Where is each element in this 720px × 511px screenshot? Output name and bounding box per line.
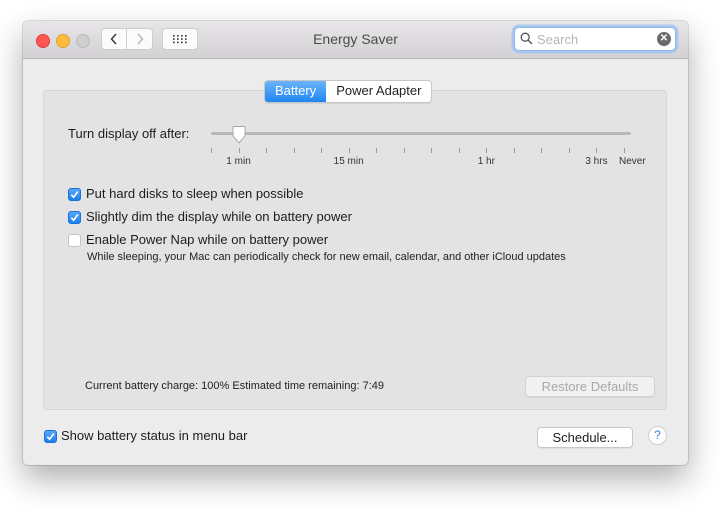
slider-tick <box>596 148 598 153</box>
slider-tick <box>513 148 515 153</box>
power-nap-description: While sleeping, your Mac can periodicall… <box>87 251 566 263</box>
search-field[interactable]: ✕ <box>514 27 676 51</box>
slider-tick-label: 15 min <box>333 156 364 167</box>
display-sleep-slider-thumb[interactable] <box>231 126 247 144</box>
title-bar: Energy Saver ✕ <box>23 21 688 59</box>
show-battery-status-checkbox[interactable] <box>44 430 57 443</box>
slider-tick <box>266 148 268 153</box>
checkmark-icon <box>70 191 79 199</box>
slider-tick <box>238 148 240 153</box>
hard-disk-sleep-checkbox[interactable] <box>68 188 81 201</box>
search-input[interactable] <box>537 30 647 48</box>
power-nap-label[interactable]: Enable Power Nap while on battery power <box>86 232 328 247</box>
slider-tick <box>431 148 433 153</box>
help-button[interactable]: ? <box>648 426 667 445</box>
slider-tick-label: Never <box>619 156 646 167</box>
tab-battery[interactable]: Battery <box>265 81 327 102</box>
show-battery-status-label[interactable]: Show battery status in menu bar <box>61 428 247 443</box>
tab-power-adapter[interactable]: Power Adapter <box>326 81 432 102</box>
slider-tick <box>211 148 212 153</box>
battery-status-text: Current battery charge: 100% Estimated t… <box>85 380 384 392</box>
checkmark-icon <box>46 433 55 441</box>
slider-tick-label: 3 hrs <box>585 156 608 167</box>
schedule-button[interactable]: Schedule... <box>537 427 633 448</box>
slider-tick <box>458 148 460 153</box>
dim-display-label[interactable]: Slightly dim the display while on batter… <box>86 209 352 224</box>
slider-tick <box>486 148 488 153</box>
slider-tick <box>293 148 295 153</box>
checkmark-icon <box>70 214 79 222</box>
restore-defaults-button[interactable]: Restore Defaults <box>525 376 655 397</box>
search-icon <box>520 32 533 45</box>
slider-tick-label: 1 hr <box>477 156 495 167</box>
help-icon: ? <box>654 428 661 442</box>
slider-tick <box>376 148 378 153</box>
slider-tick <box>624 148 625 153</box>
power-nap-checkbox[interactable] <box>68 234 81 247</box>
display-sleep-slider-track[interactable] <box>211 132 631 135</box>
slider-tick-label: 1 min <box>226 156 251 167</box>
clear-x-icon[interactable]: ✕ <box>657 32 671 46</box>
energy-saver-window: Energy Saver ✕ Battery Power Adapter Tur… <box>23 21 688 465</box>
hard-disk-sleep-label[interactable]: Put hard disks to sleep when possible <box>86 186 304 201</box>
display-sleep-label: Turn display off after: <box>68 126 190 141</box>
slider-tick <box>321 148 323 153</box>
slider-tick <box>403 148 405 153</box>
dim-display-checkbox[interactable] <box>68 211 81 224</box>
tab-bar: Battery Power Adapter <box>264 80 433 103</box>
slider-tick <box>348 148 350 153</box>
slider-tick <box>541 148 543 153</box>
slider-tick <box>568 148 570 153</box>
